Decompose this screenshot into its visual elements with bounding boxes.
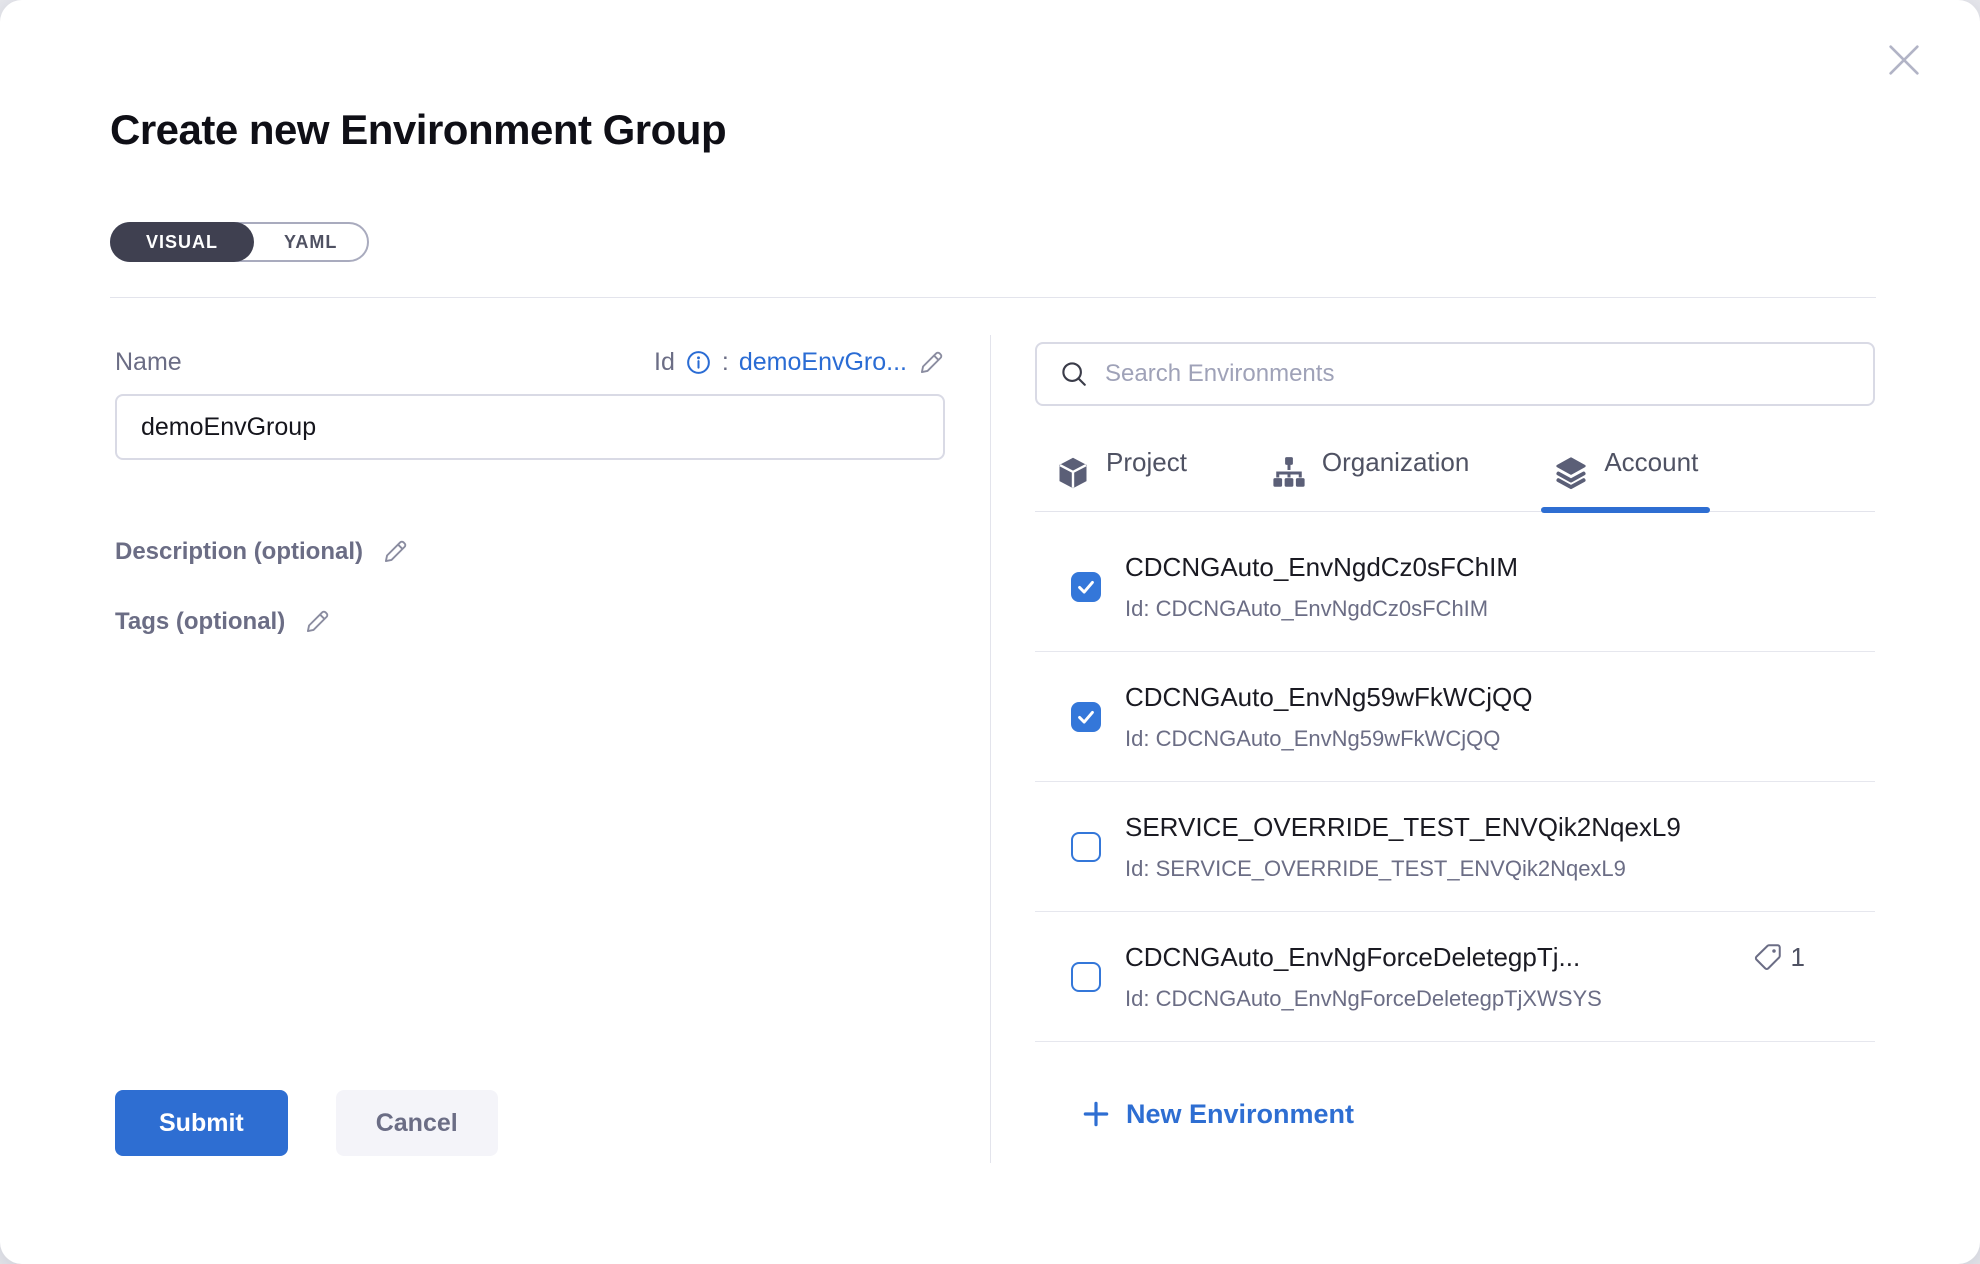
header-divider <box>110 297 1876 298</box>
name-input[interactable] <box>115 394 945 460</box>
environment-info: CDCNGAuto_EnvNgdCz0sFChIM Id: CDCNGAuto_… <box>1125 552 1875 622</box>
id-separator: : <box>722 348 729 377</box>
environment-checkbox[interactable] <box>1071 832 1101 862</box>
submit-button[interactable]: Submit <box>115 1090 288 1156</box>
environment-info: CDCNGAuto_EnvNgForceDeletegpTj... 1 Id: … <box>1125 942 1875 1012</box>
search-input[interactable] <box>1105 360 1851 388</box>
environment-row: CDCNGAuto_EnvNgForceDeletegpTj... 1 Id: … <box>1035 912 1875 1042</box>
id-label: Id <box>654 348 675 377</box>
panel-divider <box>990 335 991 1163</box>
layers-icon <box>1553 455 1589 491</box>
environment-row: SERVICE_OVERRIDE_TEST_ENVQik2NqexL9 Id: … <box>1035 782 1875 912</box>
edit-description-icon[interactable] <box>381 538 409 566</box>
hierarchy-icon <box>1271 455 1307 491</box>
name-label: Name <box>115 348 182 377</box>
plus-icon <box>1080 1098 1112 1130</box>
page-title: Create new Environment Group <box>110 106 726 154</box>
environment-list: CDCNGAuto_EnvNgdCz0sFChIM Id: CDCNGAuto_… <box>1035 512 1875 1052</box>
close-icon[interactable] <box>1884 40 1924 80</box>
tab-account[interactable]: Account <box>1541 440 1710 511</box>
dialog-actions: Submit Cancel <box>115 1090 498 1156</box>
environment-checkbox[interactable] <box>1071 572 1101 602</box>
tags-label: Tags (optional) <box>115 608 285 636</box>
name-id-row: Name Id : demoEnvGro... <box>115 348 945 377</box>
search-icon <box>1059 359 1089 389</box>
environment-checkbox[interactable] <box>1071 702 1101 732</box>
info-icon[interactable] <box>685 349 712 376</box>
environment-info: CDCNGAuto_EnvNg59wFkWCjQQ Id: CDCNGAuto_… <box>1125 682 1875 752</box>
id-value-link[interactable]: demoEnvGro... <box>739 348 907 377</box>
environment-id: Id: SERVICE_OVERRIDE_TEST_ENVQik2NqexL9 <box>1125 856 1805 882</box>
create-environment-group-dialog: Create new Environment Group VISUAL YAML… <box>0 0 1980 1264</box>
search-environments-box <box>1035 342 1875 406</box>
tab-organization-label: Organization <box>1322 447 1469 492</box>
description-row: Description (optional) <box>115 538 409 566</box>
scope-tabs: Project Organization Account <box>1035 440 1875 512</box>
environment-row: CDCNGAuto_EnvNg59wFkWCjQQ Id: CDCNGAuto_… <box>1035 652 1875 782</box>
description-label: Description (optional) <box>115 538 363 566</box>
cube-icon <box>1055 455 1091 491</box>
tab-yaml[interactable]: YAML <box>254 224 367 260</box>
cancel-button[interactable]: Cancel <box>336 1090 498 1156</box>
tab-organization[interactable]: Organization <box>1259 440 1481 511</box>
tags-row: Tags (optional) <box>115 608 331 636</box>
environment-id: Id: CDCNGAuto_EnvNgForceDeletegpTjXWSYS <box>1125 986 1805 1012</box>
environment-name: CDCNGAuto_EnvNgForceDeletegpTj... <box>1125 942 1580 973</box>
tab-project[interactable]: Project <box>1043 440 1199 511</box>
edit-id-icon[interactable] <box>917 349 945 377</box>
environment-id: Id: CDCNGAuto_EnvNg59wFkWCjQQ <box>1125 726 1805 752</box>
environment-info: SERVICE_OVERRIDE_TEST_ENVQik2NqexL9 Id: … <box>1125 812 1875 882</box>
environment-id: Id: CDCNGAuto_EnvNgdCz0sFChIM <box>1125 596 1805 622</box>
new-environment-label: New Environment <box>1126 1099 1354 1130</box>
environment-checkbox[interactable] <box>1071 962 1101 992</box>
edit-tags-icon[interactable] <box>303 608 331 636</box>
tag-icon <box>1753 942 1783 972</box>
environment-name: CDCNGAuto_EnvNgdCz0sFChIM <box>1125 552 1518 583</box>
id-group: Id : demoEnvGro... <box>654 348 945 377</box>
environment-row: CDCNGAuto_EnvNgdCz0sFChIM Id: CDCNGAuto_… <box>1035 522 1875 652</box>
new-environment-button[interactable]: New Environment <box>1080 1098 1354 1130</box>
environment-name: SERVICE_OVERRIDE_TEST_ENVQik2NqexL9 <box>1125 812 1681 843</box>
environment-name: CDCNGAuto_EnvNg59wFkWCjQQ <box>1125 682 1532 713</box>
tag-count: 1 <box>1791 942 1805 973</box>
tab-account-label: Account <box>1604 447 1698 492</box>
visual-yaml-toggle: VISUAL YAML <box>110 222 369 262</box>
tab-project-label: Project <box>1106 447 1187 492</box>
tab-visual[interactable]: VISUAL <box>110 222 254 262</box>
tag-badge: 1 <box>1753 942 1805 973</box>
